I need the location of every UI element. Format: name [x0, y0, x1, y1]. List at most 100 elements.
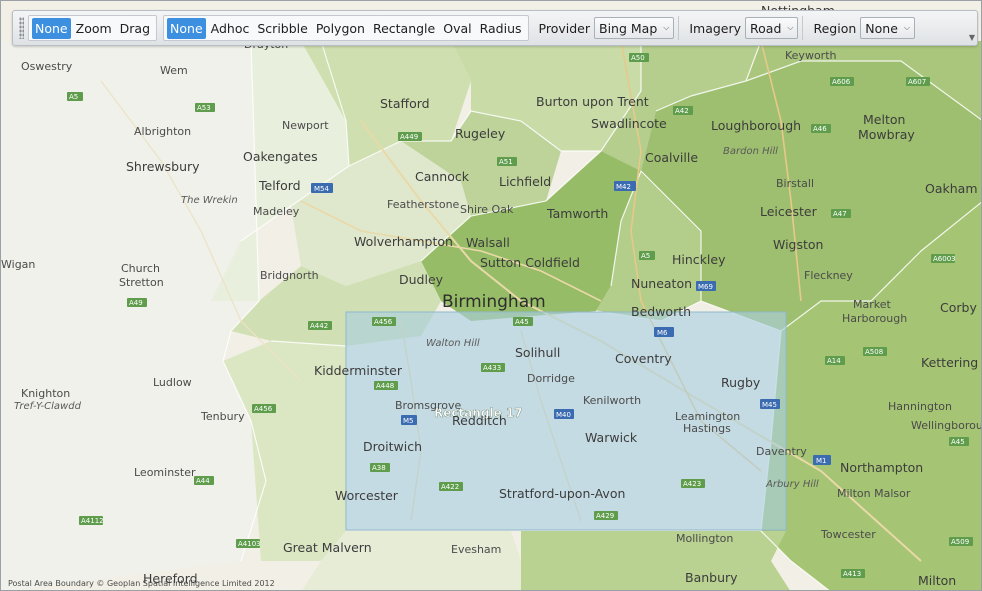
svg-text:Daventry: Daventry	[756, 445, 807, 458]
svg-text:Ludlow: Ludlow	[153, 376, 192, 389]
svg-text:A4112: A4112	[81, 517, 104, 525]
draw-oval-button[interactable]: Oval	[440, 18, 474, 39]
svg-text:Mollington: Mollington	[676, 532, 733, 545]
svg-text:Kenilworth: Kenilworth	[583, 394, 641, 407]
svg-text:Tref-Y-Clawdd: Tref-Y-Clawdd	[14, 401, 82, 412]
chevron-down-icon: ⌵	[663, 23, 670, 32]
svg-text:Lichfield: Lichfield	[499, 174, 551, 189]
svg-text:Harborough: Harborough	[842, 312, 907, 325]
region-dropdown[interactable]: None ⌵	[860, 17, 915, 39]
toolbar-overflow-icon[interactable]: ▼	[969, 33, 975, 42]
svg-text:Stafford: Stafford	[380, 96, 430, 111]
svg-text:Wem: Wem	[160, 64, 188, 77]
draw-none-button[interactable]: None	[167, 17, 206, 39]
svg-text:Tenbury: Tenbury	[200, 410, 245, 423]
svg-text:A47: A47	[833, 210, 847, 218]
svg-text:A5: A5	[69, 93, 78, 101]
svg-text:A53: A53	[197, 104, 211, 112]
svg-text:A423: A423	[683, 480, 701, 488]
svg-text:Oswestry: Oswestry	[21, 60, 73, 73]
svg-text:A456: A456	[254, 405, 273, 413]
svg-text:Tamworth: Tamworth	[546, 206, 608, 221]
map-toolbar: None Zoom Drag None Adhoc Scribble Polyg…	[12, 10, 978, 46]
svg-text:Droitwich: Droitwich	[363, 439, 422, 454]
svg-text:A5: A5	[641, 252, 650, 260]
svg-text:Stretton: Stretton	[119, 276, 164, 289]
svg-text:Melton: Melton	[863, 112, 905, 127]
svg-text:A50: A50	[631, 54, 645, 62]
draw-rectangle-button[interactable]: Rectangle	[370, 18, 438, 39]
draw-polygon-button[interactable]: Polygon	[313, 18, 368, 39]
draw-radius-button[interactable]: Radius	[477, 18, 525, 39]
svg-text:M40: M40	[556, 411, 571, 419]
svg-text:Solihull: Solihull	[515, 345, 560, 360]
svg-text:A45: A45	[515, 318, 529, 326]
svg-text:Bridgnorth: Bridgnorth	[260, 269, 319, 282]
svg-text:Featherstone: Featherstone	[387, 198, 460, 211]
svg-text:Milton Malsor: Milton Malsor	[837, 487, 911, 500]
svg-text:Bardon Hill: Bardon Hill	[723, 146, 778, 157]
svg-text:Wolverhampton: Wolverhampton	[354, 234, 453, 249]
svg-text:A448: A448	[376, 382, 394, 390]
draw-adhoc-button[interactable]: Adhoc	[208, 18, 253, 39]
svg-text:Wellingborough: Wellingborough	[911, 419, 982, 432]
svg-text:A508: A508	[865, 348, 883, 356]
svg-text:Dorridge: Dorridge	[527, 372, 575, 385]
svg-text:Corby: Corby	[940, 300, 977, 315]
svg-text:Stratford-upon-Avon: Stratford-upon-Avon	[499, 486, 625, 501]
nav-zoom-button[interactable]: Zoom	[73, 18, 115, 39]
svg-text:M5: M5	[403, 417, 414, 425]
region-value: None	[865, 20, 898, 36]
svg-text:Great Malvern: Great Malvern	[283, 540, 372, 555]
svg-text:A46: A46	[813, 125, 827, 133]
toolbar-grip[interactable]	[19, 17, 24, 39]
svg-text:Hastings: Hastings	[683, 422, 731, 435]
svg-text:Northampton: Northampton	[840, 460, 923, 475]
svg-text:Oakengates: Oakengates	[243, 149, 318, 164]
provider-dropdown[interactable]: Bing Map ⌵	[594, 17, 675, 39]
toolbar-separator	[678, 16, 680, 40]
svg-text:A607: A607	[908, 78, 926, 86]
svg-text:A14: A14	[827, 357, 841, 365]
svg-text:Hinckley: Hinckley	[672, 252, 726, 267]
map-attribution: Postal Area Boundary © Geoplan Spatial I…	[8, 579, 275, 588]
svg-text:A49: A49	[129, 299, 143, 307]
svg-text:Arbury Hill: Arbury Hill	[765, 479, 819, 490]
svg-text:Birstall: Birstall	[776, 177, 814, 190]
svg-text:A4103: A4103	[238, 540, 261, 548]
svg-text:Telford: Telford	[258, 178, 301, 193]
svg-text:A456: A456	[374, 318, 393, 326]
svg-text:A422: A422	[441, 483, 459, 491]
svg-text:Market: Market	[853, 298, 891, 311]
svg-text:Coalville: Coalville	[645, 150, 698, 165]
map-canvas[interactable]: Rectangle 17 A5 A53 M54 A49 A442 A456 A4…	[1, 1, 982, 591]
nav-none-button[interactable]: None	[32, 17, 71, 39]
draw-scribble-button[interactable]: Scribble	[254, 18, 310, 39]
svg-text:M42: M42	[616, 183, 631, 191]
svg-text:Burton upon Trent: Burton upon Trent	[536, 94, 649, 109]
svg-text:A42: A42	[675, 107, 689, 115]
svg-text:Rugby: Rugby	[721, 375, 761, 390]
svg-text:Wigston: Wigston	[773, 237, 823, 252]
toolbar-separator	[802, 16, 804, 40]
navigation-mode-group: None Zoom Drag	[28, 15, 158, 41]
svg-text:A509: A509	[951, 538, 969, 546]
svg-text:Banbury: Banbury	[685, 570, 738, 585]
svg-text:A433: A433	[483, 364, 501, 372]
svg-text:Towcester: Towcester	[820, 528, 876, 541]
imagery-dropdown[interactable]: Road ⌵	[745, 17, 799, 39]
svg-text:Coventry: Coventry	[615, 351, 672, 366]
svg-text:Evesham: Evesham	[451, 543, 501, 556]
provider-value: Bing Map	[599, 20, 658, 36]
svg-text:Loughborough: Loughborough	[711, 118, 801, 133]
draw-mode-group: None Adhoc Scribble Polygon Rectangle Ov…	[163, 15, 529, 41]
svg-text:Keyworth: Keyworth	[785, 49, 837, 62]
svg-text:Kettering: Kettering	[921, 355, 978, 370]
svg-text:Newport: Newport	[282, 119, 329, 132]
svg-text:A45: A45	[951, 438, 965, 446]
svg-text:Milton: Milton	[918, 573, 956, 588]
svg-text:Swadlincote: Swadlincote	[591, 116, 667, 131]
nav-drag-button[interactable]: Drag	[117, 18, 153, 39]
svg-text:Warwick: Warwick	[585, 430, 638, 445]
provider-label: Provider	[538, 20, 590, 36]
